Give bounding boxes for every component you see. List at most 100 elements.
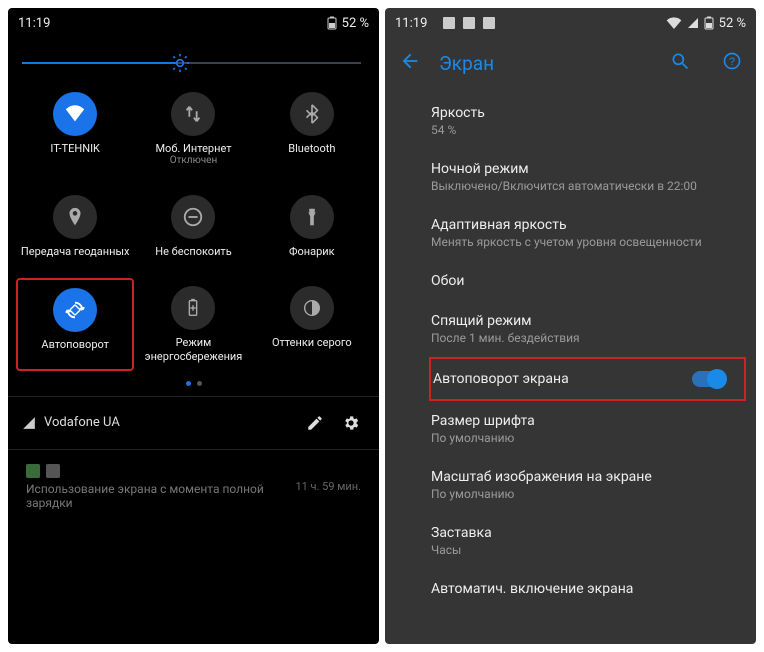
location-icon [53, 195, 97, 239]
wifi-icon [666, 17, 682, 29]
app-icon [483, 17, 495, 29]
help-button[interactable]: ? [722, 51, 742, 76]
qs-tile-mobile-data[interactable]: Моб. ИнтернетОтключен [134, 84, 252, 175]
display-settings-screen: 11:19 52 % Экран ? Яркость54 %Ночной [385, 8, 756, 644]
brightness-slider[interactable] [8, 34, 379, 74]
qs-tile-dnd[interactable]: Не беспокоить [134, 187, 252, 266]
setting-item[interactable]: Масштаб изображения на экране По умолчани… [431, 457, 756, 513]
quick-settings-panel: 11:19 52 % IT-TEHNIK Моб. ИнтернетОтключе… [8, 8, 379, 644]
edit-tiles-button[interactable] [301, 409, 329, 437]
mobile-data-icon [171, 92, 215, 136]
app-icon [46, 464, 60, 478]
tile-label: Передача геоданных [21, 245, 130, 258]
setting-title: Автоповорот экрана [433, 371, 728, 387]
qs-tile-location[interactable]: Передача геоданных [16, 187, 134, 266]
qs-tile-bluetooth[interactable]: Bluetooth [253, 84, 371, 175]
setting-title: Масштаб изображения на экране [431, 469, 740, 485]
carrier-name: Vodafone UA [44, 415, 120, 430]
page-title: Экран [439, 52, 494, 75]
brightness-fill [22, 62, 176, 64]
setting-title: Спящий режим [431, 313, 740, 329]
divider [8, 396, 379, 397]
tile-sublabel: Отключен [170, 155, 218, 167]
divider [8, 449, 379, 450]
grayscale-icon [290, 286, 334, 330]
notification-card[interactable]: Использование экрана с момента полной за… [16, 456, 371, 518]
battery-text: 52 % [719, 16, 746, 31]
flashlight-icon [290, 195, 334, 239]
battery-icon [704, 16, 714, 30]
notification-icons [443, 17, 495, 29]
tile-label: Bluetooth [288, 142, 335, 155]
battery-saver-icon [171, 286, 215, 330]
setting-item[interactable]: Размер шрифта По умолчанию [431, 401, 756, 457]
qs-tile-flashlight[interactable]: Фонарик [253, 187, 371, 266]
status-icons-right: 52 % [666, 16, 746, 31]
setting-title: Размер шрифта [431, 413, 740, 429]
brightness-track [26, 62, 361, 64]
setting-title: Обои [431, 273, 740, 289]
page-indicator [8, 371, 379, 394]
setting-title: Заставка [431, 525, 740, 541]
setting-title: Яркость [431, 105, 740, 121]
evernote-icon [26, 464, 40, 478]
setting-item[interactable]: Заставка Часы [431, 513, 756, 569]
back-button[interactable] [399, 50, 421, 77]
setting-subtitle: Часы [431, 543, 740, 557]
setting-subtitle: 54 % [431, 123, 740, 137]
status-bar: 11:19 52 % [385, 8, 756, 34]
status-bar: 11:19 52 % [8, 8, 379, 34]
setting-item[interactable]: Автоматич. включение экрана [431, 569, 756, 609]
tile-label: Не беспокоить [155, 245, 231, 258]
tile-label: Моб. Интернет [155, 142, 231, 155]
setting-item[interactable]: Автоповорот экрана [429, 357, 746, 401]
qs-tile-wifi[interactable]: IT-TEHNIK [16, 84, 134, 175]
page-dot [186, 381, 191, 386]
setting-item[interactable]: Яркость 54 % [431, 93, 756, 149]
signal-icon [687, 17, 699, 29]
setting-title: Автоматич. включение экрана [431, 581, 740, 597]
setting-subtitle: По умолчанию [431, 431, 740, 445]
battery-text: 52 % [342, 16, 369, 31]
brightness-thumb-icon[interactable] [170, 53, 190, 73]
notification-title: Использование экрана с момента полной за… [26, 482, 287, 510]
status-icons-right: 52 % [327, 16, 369, 31]
autorotate-icon [53, 288, 97, 332]
settings-gear-button[interactable] [337, 409, 365, 437]
app-icon [443, 17, 455, 29]
tile-label: Режим энергосбережения [136, 336, 250, 362]
app-bar: Экран ? [385, 34, 756, 93]
qs-tile-grayscale[interactable]: Оттенки серого [253, 278, 371, 370]
setting-subtitle: По умолчанию [431, 487, 740, 501]
toggle-switch[interactable] [692, 371, 726, 387]
dnd-icon [171, 195, 215, 239]
quick-tiles-grid: IT-TEHNIK Моб. ИнтернетОтключен Bluetooth П… [8, 74, 379, 371]
setting-item[interactable]: Спящий режим После 1 мин. бездействия [431, 301, 756, 357]
clock: 11:19 [18, 16, 50, 31]
qs-tile-autorotate[interactable]: Автоповорот [16, 278, 134, 370]
setting-subtitle: Выключено/Включится автоматически в 22:0… [431, 179, 740, 193]
evernote-icon [463, 17, 475, 29]
setting-title: Ночной режим [431, 161, 740, 177]
battery-icon [327, 16, 337, 30]
carrier-row: Vodafone UA [8, 399, 379, 447]
clock: 11:19 [395, 16, 427, 31]
tile-label: IT-TEHNIK [50, 142, 100, 155]
setting-title: Адаптивная яркость [431, 217, 740, 233]
page-dot [197, 381, 202, 386]
svg-text:?: ? [729, 56, 735, 68]
settings-list: Яркость 54 % Ночной режим Выключено/Включит… [385, 93, 756, 609]
setting-item[interactable]: Адаптивная яркость Менять яркость с учето… [431, 205, 756, 261]
signal-icon [22, 416, 36, 430]
setting-subtitle: После 1 мин. бездействия [431, 331, 740, 345]
setting-subtitle: Менять яркость с учетом уровня освещенно… [431, 235, 740, 249]
qs-tile-battery-saver[interactable]: Режим энергосбережения [134, 278, 252, 370]
tile-label: Автоповорот [41, 338, 109, 351]
bluetooth-icon [290, 92, 334, 136]
notification-app-icons [26, 464, 287, 478]
setting-item[interactable]: Обои [431, 261, 756, 301]
tile-label: Оттенки серого [272, 336, 352, 349]
setting-item[interactable]: Ночной режим Выключено/Включится автомати… [431, 149, 756, 205]
notification-value: 11 ч. 59 мин. [295, 480, 361, 493]
search-button[interactable] [670, 51, 690, 76]
